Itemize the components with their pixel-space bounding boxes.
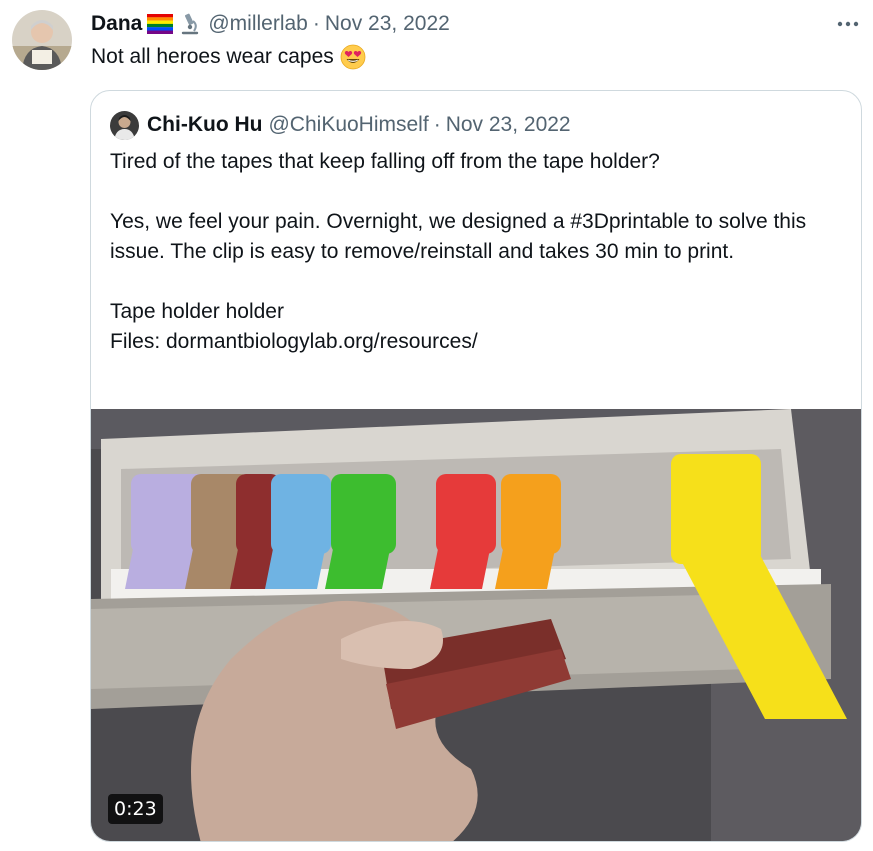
quoted-tweet-header: Chi-Kuo Hu @ChiKuoHimself · Nov 23, 2022 xyxy=(110,110,571,140)
tweet-header: Dana @millerlab · Nov 23, 2022 xyxy=(91,10,450,38)
video-thumbnail xyxy=(91,409,861,841)
rainbow-flag-icon xyxy=(147,14,174,34)
video-duration: 0:23 xyxy=(108,794,163,824)
video-player[interactable]: (function(){ var colors = ["#b9aee0","#a… xyxy=(91,409,861,841)
more-icon[interactable] xyxy=(834,10,862,38)
heart-eyes-emoji-icon xyxy=(340,44,366,70)
tape-strip xyxy=(495,539,557,589)
quoted-avatar[interactable] xyxy=(110,110,139,140)
tweet-date[interactable]: Nov 23, 2022 xyxy=(325,12,450,36)
tape-strip xyxy=(430,539,492,589)
quoted-separator-dot: · xyxy=(433,113,441,136)
author-handle[interactable]: @millerlab xyxy=(208,12,308,36)
quoted-author-name[interactable]: Chi-Kuo Hu xyxy=(147,113,262,137)
quoted-paragraph: Yes, we feel your pain. Overnight, we de… xyxy=(110,210,807,263)
quoted-tweet[interactable]: Chi-Kuo Hu @ChiKuoHimself · Nov 23, 2022… xyxy=(90,90,862,842)
avatar[interactable] xyxy=(12,10,72,70)
tape-strip xyxy=(325,539,392,589)
author-name[interactable]: Dana xyxy=(91,12,142,36)
separator-dot: · xyxy=(312,12,320,35)
quoted-tweet-text: Tired of the tapes that keep falling off… xyxy=(110,147,850,357)
tape-roll xyxy=(671,454,761,564)
quoted-paragraph: Tired of the tapes that keep falling off… xyxy=(110,150,660,173)
microscope-icon xyxy=(178,12,202,36)
tape-strip xyxy=(265,539,327,589)
quoted-date[interactable]: Nov 23, 2022 xyxy=(446,113,571,137)
quoted-paragraph: Tape holder holder xyxy=(110,300,284,323)
quoted-author-handle[interactable]: @ChiKuoHimself xyxy=(268,113,428,137)
quoted-link[interactable]: Files: dormantbiologylab.org/resources/ xyxy=(110,327,850,357)
tweet-text-content: Not all heroes wear capes xyxy=(91,45,334,68)
tweet-text: Not all heroes wear capes xyxy=(91,42,366,72)
